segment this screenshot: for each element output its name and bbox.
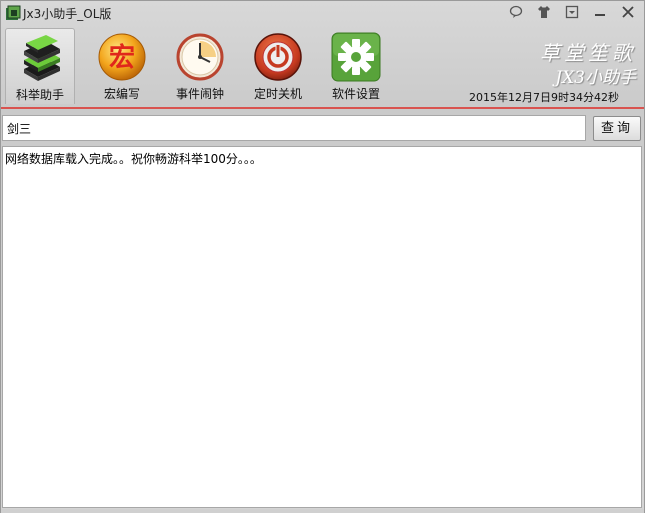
app-window: Jx3小助手_OL版 科举助手 宏 宏编写 事件闹钟 定时关机 软件设置 草堂笙… <box>0 0 645 513</box>
toolbar-divider <box>1 107 644 109</box>
macro-icon: 宏 <box>98 33 146 81</box>
tab-software-settings[interactable]: 软件设置 <box>321 28 391 104</box>
tab-software-settings-label: 软件设置 <box>331 87 380 101</box>
menu-button[interactable] <box>558 2 586 22</box>
tab-macro-editor-label: 宏编写 <box>103 87 140 101</box>
close-icon <box>622 6 634 18</box>
title-bar[interactable]: Jx3小助手_OL版 <box>1 1 644 25</box>
window-title: Jx3小助手_OL版 <box>23 7 112 21</box>
minimize-button[interactable] <box>586 2 614 22</box>
macro-glyph: 宏 <box>109 42 135 73</box>
tab-macro-editor[interactable]: 宏 宏编写 <box>87 28 157 104</box>
skin-button[interactable] <box>530 2 558 22</box>
close-button[interactable] <box>614 2 642 22</box>
clock-icon <box>176 33 224 81</box>
tab-exam-helper[interactable]: 科举助手 <box>5 28 75 104</box>
tab-scheduled-shutdown-label: 定时关机 <box>253 87 302 101</box>
dropdown-box-icon <box>565 5 579 19</box>
power-icon <box>254 33 302 81</box>
datetime-display: 2015年12月7日9时34分42秒 <box>469 91 619 104</box>
minimize-icon <box>595 14 605 16</box>
shirt-icon <box>538 6 550 18</box>
books-icon <box>24 35 60 81</box>
feedback-button[interactable] <box>502 2 530 22</box>
query-button[interactable]: 查询 <box>593 116 641 141</box>
status-strip <box>1 509 644 513</box>
search-input[interactable] <box>2 115 586 141</box>
brand-title: 草堂笙歌 <box>540 41 636 65</box>
tab-event-alarm[interactable]: 事件闹钟 <box>165 28 235 104</box>
output-panel[interactable]: 网络数据库载入完成。。祝你畅游科举100分。。。 <box>2 146 642 508</box>
brand-subtitle: JX3小助手 <box>555 68 636 88</box>
window-controls <box>502 2 642 22</box>
main-toolbar: 科举助手 宏 宏编写 事件闹钟 定时关机 软件设置 草堂笙歌 JX3小助手 20… <box>1 25 644 105</box>
app-logo-icon <box>6 5 21 20</box>
tab-scheduled-shutdown[interactable]: 定时关机 <box>243 28 313 104</box>
tab-event-alarm-label: 事件闹钟 <box>175 87 224 101</box>
tab-exam-helper-label: 科举助手 <box>15 88 64 102</box>
gear-icon <box>331 32 381 82</box>
chat-bubble-icon <box>509 5 523 18</box>
